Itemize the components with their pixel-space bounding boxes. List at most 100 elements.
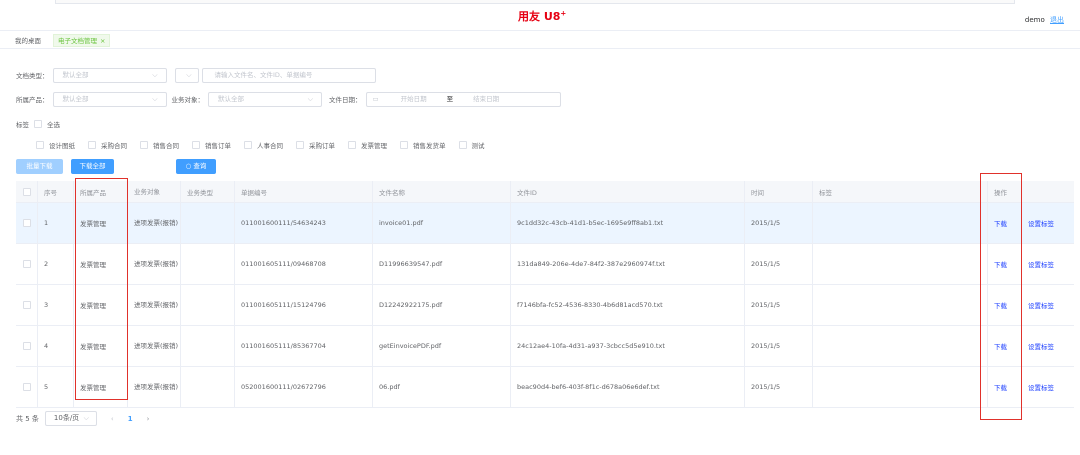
- col-header: 文件名称: [373, 181, 511, 202]
- table-header: 序号 所属产品 业务对象 业务类型 单据编号 文件名称 文件ID 时间 标签 操…: [16, 181, 1074, 203]
- row-checkbox[interactable]: [22, 301, 31, 309]
- prev-page-button[interactable]: ‹: [111, 415, 114, 423]
- col-header: 时间: [745, 181, 813, 202]
- close-icon[interactable]: ×: [100, 37, 105, 45]
- tag-checkbox[interactable]: 测试: [458, 140, 485, 150]
- filter-row-2: 所属产品： 默认全部 ⌵ 业务对象： 默认全部 ⌵ 文件日期： ▭ 开始日期 至 结…: [16, 91, 561, 107]
- row-checkbox-cell: [16, 244, 38, 284]
- table-row[interactable]: 1 发票管理 进项发票(报销) 011001600111/54634243 invoic…: [16, 203, 1074, 244]
- chevron-down-icon: ⌵: [186, 70, 192, 79]
- set-tag-link[interactable]: 设置标签: [1022, 285, 1074, 325]
- cell-file-id: f7146bfa-fc52-4536-8330-4b6d81acd570.txt: [511, 285, 745, 325]
- cell-file-id: 24c12ae4-10fa-4d31-a937-3cbcc5d5e910.txt: [511, 326, 745, 366]
- tabs-bar: 我的桌面 电子文档管理 ×: [0, 32, 1080, 49]
- cell-file: invoice01.pdf: [373, 203, 511, 243]
- set-tag-link[interactable]: 设置标签: [1022, 367, 1074, 407]
- cell-no: 2: [38, 244, 74, 284]
- tag-checkbox[interactable]: 销售订单: [192, 140, 231, 150]
- tag-checkbox[interactable]: 人事合同: [244, 140, 283, 150]
- search-button[interactable]: ○ 查询: [176, 159, 216, 174]
- date-range-picker[interactable]: ▭ 开始日期 至 结束日期: [365, 91, 561, 107]
- tab-edoc-management[interactable]: 电子文档管理 ×: [53, 34, 111, 47]
- row-checkbox[interactable]: [22, 260, 31, 268]
- cell-date: 2015/1/5: [745, 203, 813, 243]
- row-checkbox[interactable]: [22, 342, 31, 350]
- cell-object: 进项发票(报销): [128, 326, 181, 366]
- table-row[interactable]: 5 发票管理 进项发票(报销) 052001600111/02672796 06.pdf…: [16, 367, 1074, 408]
- biz-object-label: 业务对象：: [171, 96, 205, 104]
- col-header-empty: [1022, 181, 1074, 202]
- user-info: demo 退出: [1025, 15, 1064, 25]
- row-checkbox[interactable]: [22, 383, 31, 391]
- tag-checkbox[interactable]: 采购订单: [296, 140, 335, 150]
- chevron-down-icon: ⌵: [307, 94, 313, 103]
- total-count: 共 5 条: [16, 414, 39, 423]
- search-input[interactable]: 请输入文件名、文件ID、单据编号: [201, 67, 376, 83]
- cell-type: [181, 367, 235, 407]
- tab-my-desktop[interactable]: 我的桌面: [10, 34, 46, 47]
- table-row[interactable]: 4 发票管理 进项发票(报销) 011001605111/85367704 getEin…: [16, 326, 1074, 367]
- batch-download-button[interactable]: 批量下载: [16, 159, 63, 174]
- col-header: 单据编号: [235, 181, 373, 202]
- col-header: 业务类型: [181, 181, 235, 202]
- tag-checkbox-row: 设计图纸 采购合同 销售合同 销售订单 人事合同 采购订单 发票管理 销售发货单…: [36, 140, 498, 150]
- header-checkbox[interactable]: [22, 187, 31, 196]
- product-select[interactable]: 默认全部 ⌵: [52, 91, 167, 107]
- tag-checkbox[interactable]: 销售合同: [140, 140, 179, 150]
- logout-link[interactable]: 退出: [1050, 16, 1064, 24]
- biz-object-select[interactable]: 默认全部 ⌵: [208, 91, 322, 107]
- set-tag-link[interactable]: 设置标签: [1022, 326, 1074, 366]
- row-checkbox-cell: [16, 203, 38, 243]
- cell-file: D11996639547.pdf: [373, 244, 511, 284]
- tag-checkbox[interactable]: 采购合同: [88, 140, 127, 150]
- cell-date: 2015/1/5: [745, 244, 813, 284]
- chevron-down-icon: ⌵: [152, 70, 158, 79]
- cell-tag: [813, 244, 988, 284]
- tag-checkbox[interactable]: 发票管理: [348, 140, 387, 150]
- date-separator: 至: [446, 94, 454, 103]
- row-checkbox-cell: [16, 326, 38, 366]
- product-label: 所属产品：: [16, 96, 49, 104]
- cell-file: 06.pdf: [373, 367, 511, 407]
- tag-checkbox[interactable]: 设计图纸: [36, 140, 75, 150]
- cell-file: D12242922175.pdf: [373, 285, 511, 325]
- table-row[interactable]: 3 发票管理 进项发票(报销) 011001605111/15124796 D12242…: [16, 285, 1074, 326]
- header-checkbox-cell: [16, 181, 38, 202]
- select-all-checkbox[interactable]: [34, 120, 42, 128]
- set-tag-link[interactable]: 设置标签: [1022, 244, 1074, 284]
- top-strip-bar: [55, 0, 1015, 4]
- cell-type: [181, 203, 235, 243]
- next-page-button[interactable]: ›: [147, 415, 150, 423]
- cell-no: 5: [38, 367, 74, 407]
- app-header: 用友 U8+ demo 退出: [0, 5, 1080, 31]
- cell-doc-no: 011001605111/85367704: [235, 326, 373, 366]
- cell-date: 2015/1/5: [745, 326, 813, 366]
- col-header: 业务对象: [128, 181, 181, 202]
- tag-checkbox[interactable]: 销售发货单: [400, 140, 446, 150]
- cell-doc-no: 011001605111/09468708: [235, 244, 373, 284]
- cell-doc-no: 011001605111/15124796: [235, 285, 373, 325]
- select-all-label: 全选: [47, 121, 60, 129]
- page-size-select[interactable]: 10条/页 ⌵: [44, 411, 97, 426]
- cell-no: 4: [38, 326, 74, 366]
- cell-tag: [813, 285, 988, 325]
- col-header: 序号: [38, 181, 74, 202]
- cell-object: 进项发票(报销): [128, 244, 181, 284]
- cell-object: 进项发票(报销): [128, 203, 181, 243]
- page-number[interactable]: 1: [128, 415, 133, 423]
- table-body: 1 发票管理 进项发票(报销) 011001600111/54634243 invoic…: [16, 203, 1074, 408]
- row-checkbox[interactable]: [22, 219, 31, 227]
- highlight-box-actions: [980, 173, 1022, 420]
- search-field-select[interactable]: ⌵: [174, 67, 199, 83]
- cell-file-id: 9c1dd32c-43cb-41d1-b5ec-1695e9ff8ab1.txt: [511, 203, 745, 243]
- table-row[interactable]: 2 发票管理 进项发票(报销) 011001605111/09468708 D11996…: [16, 244, 1074, 285]
- row-checkbox-cell: [16, 285, 38, 325]
- cell-file-id: beac90d4-bef6-403f-8f1c-d678a06e6def.txt: [511, 367, 745, 407]
- cell-file: getEinvoicePDF.pdf: [373, 326, 511, 366]
- doc-type-select[interactable]: 默认全部 ⌵: [52, 67, 167, 83]
- cell-object: 进项发票(报销): [128, 367, 181, 407]
- start-date: 开始日期: [400, 94, 427, 103]
- cell-type: [181, 285, 235, 325]
- set-tag-link[interactable]: 设置标签: [1022, 203, 1074, 243]
- download-all-button[interactable]: 下载全部: [71, 159, 114, 174]
